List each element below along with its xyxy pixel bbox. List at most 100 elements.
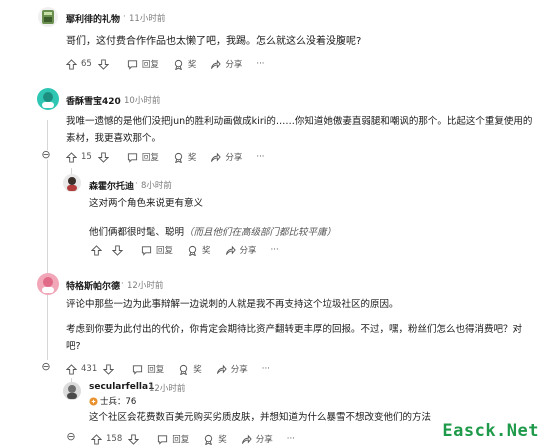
more-icon: ··· [256, 152, 265, 162]
comment-time[interactable]: 8小时前 [141, 179, 172, 191]
vote-group: 158 [91, 433, 143, 445]
collapse-thread-button[interactable]: ⊖ [66, 431, 76, 442]
vote-count: 158 [106, 434, 123, 444]
watermark-logo: Easck.Net [439, 421, 542, 441]
more-options-button[interactable]: ··· [262, 364, 270, 374]
user-flair: 士兵：76 [89, 395, 136, 407]
comment-dot: · [135, 179, 138, 189]
more-options-button[interactable]: ··· [256, 152, 264, 162]
comment-line: 我唯一遗憾的是他们没把jun的胜利动画做成kiri的……你知道她傲妻直弱腿和嘲讽… [66, 116, 533, 127]
avatar[interactable] [63, 382, 81, 400]
award-button[interactable]: 奖 [173, 151, 197, 163]
collapse-thread-button[interactable]: ⊖ [41, 149, 51, 160]
comment-icon [127, 152, 137, 163]
comment-icon [141, 245, 152, 256]
share-label: 分享 [255, 435, 273, 445]
comment-text: 他们俩都很时髦、聪明 [89, 227, 185, 238]
downvote-icon[interactable] [97, 151, 109, 163]
comment-actions: 回复 奖 分享 ··· [91, 243, 293, 257]
reply-label: 回复 [156, 246, 174, 256]
reply-button[interactable]: 回复 [157, 433, 189, 445]
award-button[interactable]: 奖 [178, 363, 202, 375]
share-icon [216, 364, 227, 374]
upvote-icon[interactable] [66, 151, 77, 163]
more-icon: ··· [286, 434, 295, 444]
reply-label: 回复 [147, 365, 165, 375]
award-button[interactable]: 奖 [187, 244, 211, 256]
share-button[interactable]: 分享 [216, 363, 248, 375]
reply-label: 回复 [172, 435, 190, 445]
comment-line: 考虑到你要为此付出的代价，你肯定会期待比资产翻转更丰厚的回报。不过，嘿，粉丝们怎… [66, 324, 523, 335]
comment-author[interactable]: 森霍尔托迪 [89, 179, 134, 192]
comment-time[interactable]: 10小时前 [124, 94, 160, 106]
comment-author[interactable]: 特格斯帕尔德 [66, 279, 120, 292]
reply-button[interactable]: 回复 [141, 244, 173, 256]
downvote-icon[interactable] [128, 433, 140, 445]
more-options-button[interactable]: ··· [271, 245, 279, 255]
share-icon [211, 59, 222, 69]
avatar[interactable] [38, 7, 58, 27]
more-options-button[interactable]: ··· [287, 434, 295, 444]
reply-button[interactable]: 回复 [127, 58, 159, 70]
comment-time[interactable]: 12小时前 [127, 279, 163, 291]
award-icon [205, 434, 213, 445]
award-icon [174, 152, 183, 163]
avatar[interactable] [37, 273, 59, 295]
share-button[interactable]: 分享 [210, 151, 242, 163]
vote-count: 15 [81, 152, 92, 162]
flair-icon [89, 396, 98, 406]
share-button[interactable]: 分享 [241, 433, 273, 445]
avatar-icon [67, 385, 77, 399]
comment-dot: · [123, 12, 126, 22]
comment-body: 哥们，这付费合作作品也太懒了吧，我踢。怎么就这么没着没腹呢? [66, 33, 536, 50]
share-label: 分享 [225, 153, 243, 163]
reply-label: 回复 [141, 60, 159, 70]
share-button[interactable]: 分享 [210, 58, 242, 70]
more-options-button[interactable]: ··· [256, 59, 264, 69]
upvote-icon[interactable] [66, 58, 77, 70]
comment-line: 吧? [66, 341, 81, 352]
comment-author[interactable]: 鄢利徘的礼物 [66, 12, 120, 25]
vote-group: 431 [66, 363, 118, 375]
comment-line: 这对两个角色来说更有意义 [89, 198, 204, 209]
more-icon: ··· [256, 59, 265, 69]
reply-button[interactable]: 回复 [132, 363, 164, 375]
share-label: 分享 [239, 246, 257, 256]
thread-line [47, 296, 48, 356]
upvote-icon[interactable] [91, 433, 102, 445]
comment-author[interactable]: 香酥雪宝420 [66, 94, 121, 107]
avatar-icon [42, 277, 54, 293]
share-icon [241, 434, 252, 444]
comment-line: 哥们，这付费合作作品也太懒了吧，我踢。怎么就这么没着没腹呢? [66, 36, 362, 47]
comment-line: 素材，我更喜欢那个。 [66, 133, 162, 144]
share-button[interactable]: 分享 [225, 244, 257, 256]
comment-actions: 431 回复 奖 分享 ··· [66, 362, 284, 376]
comment-dot: · [143, 382, 146, 392]
avatar[interactable] [63, 174, 81, 192]
vote-count: 431 [81, 364, 98, 374]
award-button[interactable]: 奖 [203, 433, 227, 445]
more-icon: ··· [270, 245, 279, 255]
downvote-icon[interactable] [97, 58, 109, 70]
downvote-icon[interactable] [103, 363, 115, 375]
comment-line: 他们俩都很时髦、聪明（而且他们在高级部门都比较平庸） [89, 224, 529, 241]
vote-count: 65 [81, 59, 92, 69]
award-label: 奖 [193, 365, 202, 375]
comment-icon [127, 59, 137, 70]
avatar-icon [67, 177, 77, 191]
comment-body: 评论中那些一边为此事辩解一边说刺的人就是我不再支持这个垃圾社区的原因。 考虑到你… [66, 296, 544, 355]
upvote-icon[interactable] [91, 244, 102, 256]
avatar[interactable] [37, 88, 59, 110]
award-button[interactable]: 奖 [173, 58, 196, 70]
upvote-icon[interactable] [66, 363, 77, 375]
comment-line: 评论中那些一边为此事辩解一边说刺的人就是我不再支持这个垃圾社区的原因。 [66, 299, 399, 310]
comment-time[interactable]: 12小时前 [149, 382, 185, 394]
comment-actions: 65 回复 奖 分享 ··· [66, 57, 278, 71]
reply-button[interactable]: 回复 [127, 151, 159, 163]
collapse-thread-button[interactable]: ⊖ [41, 361, 51, 372]
award-label: 奖 [218, 435, 227, 445]
award-label: 奖 [187, 153, 197, 163]
comment-italic-text: （而且他们在高级部门都比较平庸） [184, 227, 337, 238]
comment-time[interactable]: 11小时前 [129, 12, 165, 24]
downvote-icon[interactable] [112, 244, 123, 256]
